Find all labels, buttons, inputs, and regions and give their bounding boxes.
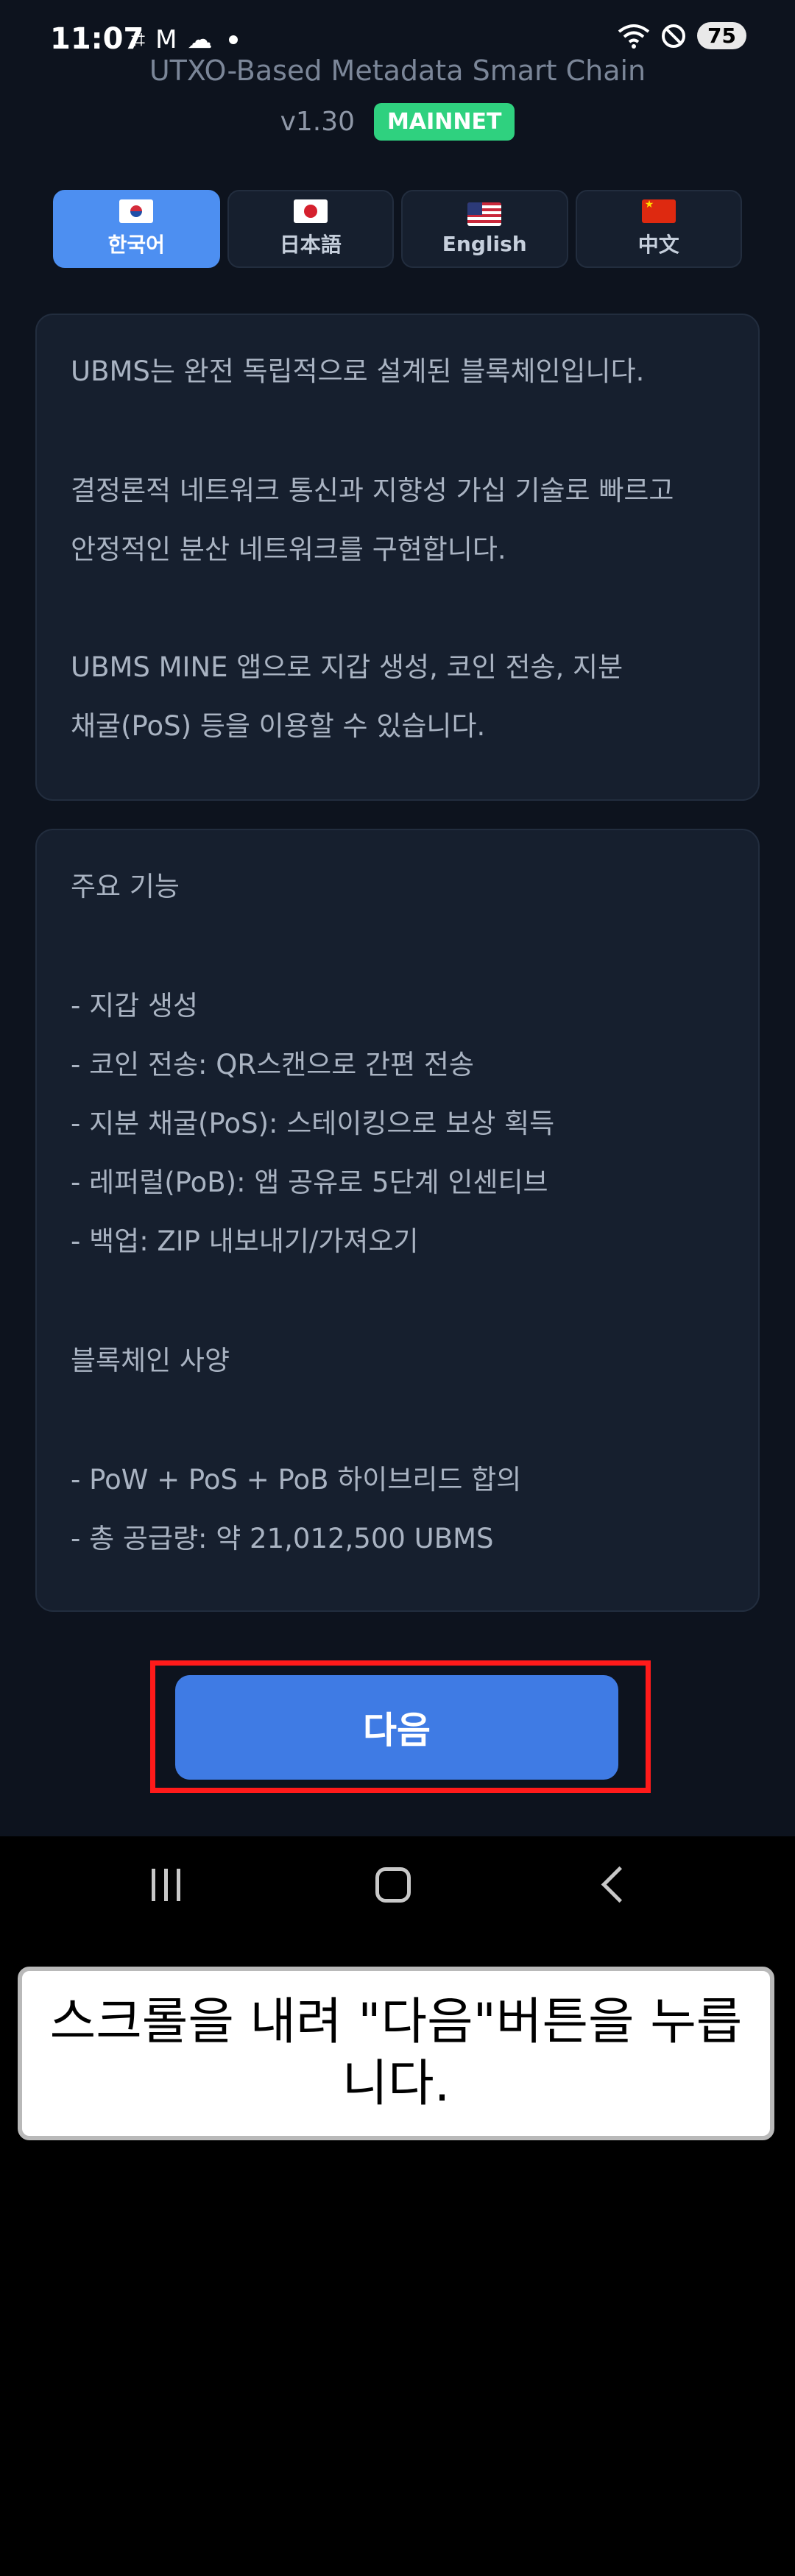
instruction-caption: 스크롤을 내려 "다음"버튼을 누릅니다. xyxy=(18,1967,774,2140)
wifi-icon xyxy=(618,24,650,49)
spec-item: - 총 공급량: 약 21,012,500 UBMS xyxy=(71,1523,494,1554)
app-version: v1.30 xyxy=(280,107,356,137)
features-card: 주요 기능 - 지갑 생성 - 코인 전송: QR스캔으로 간편 전송 - 지분… xyxy=(35,829,760,1612)
version-row: v1.30 MAINNET xyxy=(0,103,795,141)
screenshot-icon: ⌗ xyxy=(131,25,146,54)
feature-item: - 레퍼럴(PoB): 앱 공유로 5단계 인센티브 xyxy=(71,1167,548,1198)
cn-flag-icon xyxy=(641,199,676,223)
intro-line: UBMS는 완전 독립적으로 설계된 블록체인입니다. xyxy=(71,355,645,387)
feature-item: - 백업: ZIP 내보내기/가져오기 xyxy=(71,1225,419,1257)
app-subtitle: UTXO-Based Metadata Smart Chain xyxy=(149,54,646,87)
next-button[interactable]: 다음 xyxy=(175,1675,618,1780)
language-label: 中文 xyxy=(637,233,679,257)
language-label: 日本語 xyxy=(279,233,342,257)
gmail-icon: M xyxy=(155,25,177,54)
feature-item: - 지갑 생성 xyxy=(71,990,199,1022)
do-not-disturb-icon xyxy=(662,24,686,48)
language-label: 한국어 xyxy=(107,233,165,257)
intro-line: 안정적인 분산 네트워크를 구현합니다. xyxy=(71,534,506,565)
navigation-bar xyxy=(0,1836,795,1939)
language-label: English xyxy=(442,231,527,256)
recent-apps-button[interactable] xyxy=(152,1869,180,1901)
spec-title: 블록체인 사양 xyxy=(71,1345,230,1376)
feature-item: - 지분 채굴(PoS): 스테이킹으로 보상 획득 xyxy=(71,1108,555,1139)
kr-flag-icon xyxy=(119,199,154,223)
language-tab-chinese[interactable]: 中文 xyxy=(575,190,742,268)
intro-line: UBMS MINE 앱으로 지갑 생성, 코인 전송, 지분 xyxy=(71,651,623,683)
cloud-icon: ☁ xyxy=(187,25,213,54)
language-selector: 한국어 日本語 English 中文 xyxy=(53,190,742,268)
language-tab-korean[interactable]: 한국어 xyxy=(53,190,220,268)
notification-icons: ⌗ M ☁ xyxy=(131,25,238,54)
system-icons: 75 xyxy=(618,22,746,49)
language-tab-english[interactable]: English xyxy=(401,190,568,268)
us-flag-icon xyxy=(467,202,502,226)
intro-line: 채굴(PoS) 등을 이용할 수 있습니다. xyxy=(71,710,486,742)
feature-item: - 코인 전송: QR스캔으로 간편 전송 xyxy=(71,1049,474,1080)
intro-card: UBMS는 완전 독립적으로 설계된 블록체인입니다. 결정론적 네트워크 통신… xyxy=(35,314,760,801)
home-button[interactable] xyxy=(375,1867,411,1903)
intro-line: 결정론적 네트워크 통신과 지향성 가십 기술로 빠르고 xyxy=(71,475,674,506)
back-button[interactable] xyxy=(601,1866,638,1903)
network-badge: MAINNET xyxy=(374,103,515,141)
spec-item: - PoW + PoS + PoB 하이브리드 합의 xyxy=(71,1464,522,1496)
app-screen: 11:07 ⌗ M ☁ 75 UTXO-Based Metadata Smart… xyxy=(0,0,795,1836)
language-tab-japanese[interactable]: 日本語 xyxy=(227,190,394,268)
features-title: 주요 기능 xyxy=(71,871,180,902)
dot-icon xyxy=(228,35,238,44)
status-time: 11:07 xyxy=(50,22,144,56)
jp-flag-icon xyxy=(293,199,328,223)
battery-badge: 75 xyxy=(697,22,746,49)
